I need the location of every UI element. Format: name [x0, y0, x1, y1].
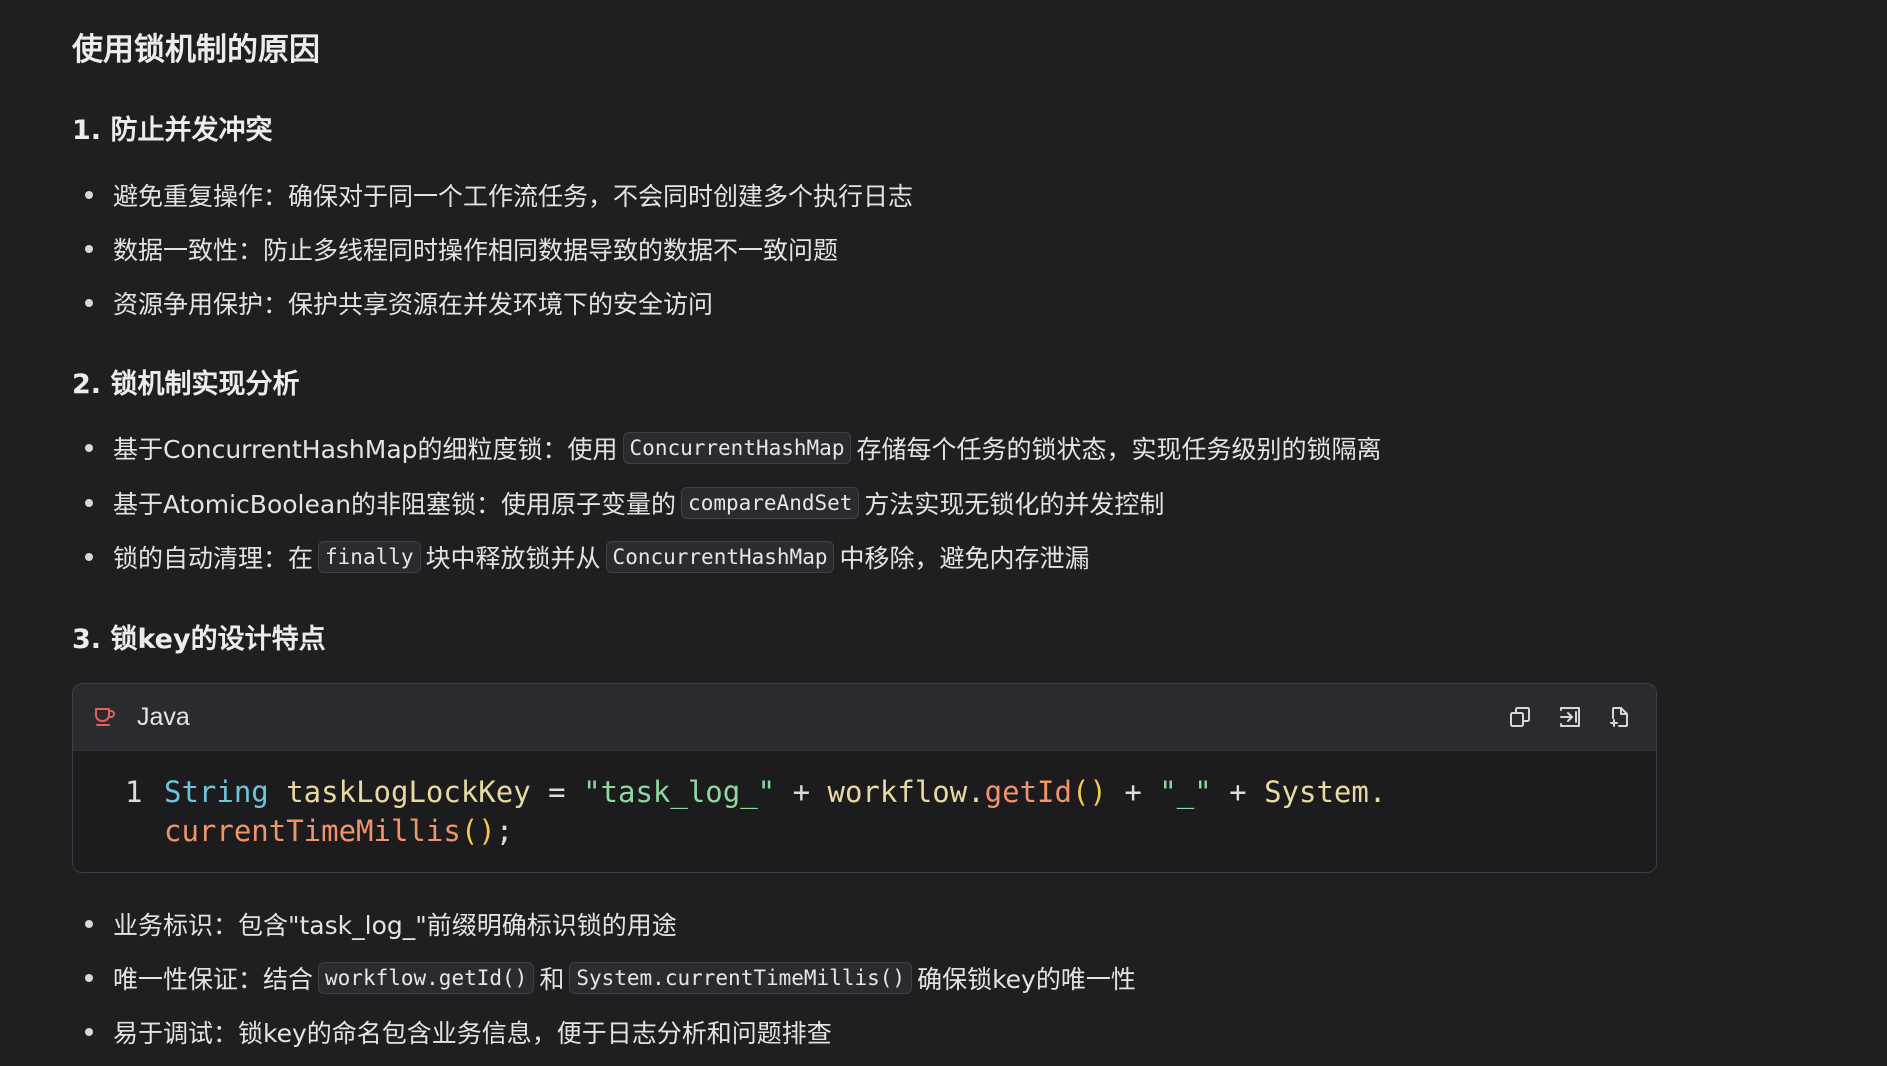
coffee-cup-icon: [93, 705, 117, 729]
section-heading-1: 1. 防止并发冲突: [72, 115, 273, 146]
list-item-text: 中移除，避免内存泄漏: [839, 544, 1090, 573]
code-token: getId: [984, 775, 1072, 809]
code-line: String taskLogLockKey = "task_log_" + wo…: [164, 773, 1656, 812]
code-block-actions: [1506, 684, 1634, 750]
copy-icon[interactable]: [1506, 703, 1534, 731]
bullet-dot: [85, 499, 93, 507]
insert-icon[interactable]: [1556, 703, 1584, 731]
list-item-text: 业务标识：包含"task_log_"前缀明确标识锁的用途: [113, 911, 677, 940]
bullet-dot: [85, 553, 93, 561]
section-heading-3: 3. 锁key的设计特点: [72, 624, 326, 655]
list-item: 业务标识：包含"task_log_"前缀明确标识锁的用途: [72, 904, 677, 944]
bullet-dot: [85, 920, 93, 928]
inline-code: compareAndSet: [681, 487, 860, 519]
code-token: (): [460, 814, 496, 848]
list-item-text: 数据一致性：防止多线程同时操作相同数据导致的数据不一致问题: [113, 236, 839, 265]
code-token: "task_log_": [583, 775, 776, 809]
inline-code: ConcurrentHashMap: [622, 432, 852, 464]
list-item: 基于ConcurrentHashMap的细粒度锁：使用 ConcurrentHa…: [72, 428, 1381, 468]
list-item: 资源争用保护：保护共享资源在并发环境下的安全访问: [72, 283, 713, 323]
code-block: Java 1 String taskLogLockKey = "task_log…: [72, 683, 1657, 873]
code-line-wrapped: currentTimeMillis();: [164, 812, 1656, 851]
code-token: "_": [1159, 775, 1212, 809]
bullet-dot: [85, 245, 93, 253]
list-item: 基于AtomicBoolean的非阻塞锁：使用原子变量的 compareAndS…: [72, 483, 1164, 523]
bullet-dot: [85, 299, 93, 307]
bullet-dot: [85, 1028, 93, 1036]
inline-code: finally: [318, 541, 421, 573]
code-token: currentTimeMillis: [164, 814, 461, 848]
list-item-text: 唯一性保证：结合: [113, 965, 314, 994]
bullet-dot: [85, 974, 93, 982]
code-token: System.: [1264, 775, 1387, 809]
list-item: 易于调试：锁key的命名包含业务信息，便于日志分析和问题排查: [72, 1012, 832, 1052]
list-item-text: 方法实现无锁化的并发控制: [864, 490, 1165, 519]
code-token: ;: [495, 814, 514, 848]
inline-code: System.currentTimeMillis(): [569, 962, 913, 994]
inline-code: ConcurrentHashMap: [605, 541, 835, 573]
inline-code: workflow.getId(): [318, 962, 535, 994]
code-token: (): [1071, 775, 1107, 809]
new-file-icon[interactable]: [1606, 703, 1634, 731]
code-token: workflow.: [827, 775, 985, 809]
list-item: 避免重复操作：确保对于同一个工作流任务，不会同时创建多个执行日志: [72, 175, 913, 215]
list-item-text: 易于调试：锁key的命名包含业务信息，便于日志分析和问题排查: [113, 1019, 832, 1048]
section-heading-2: 2. 锁机制实现分析: [72, 369, 300, 400]
list-item-text: 存储每个任务的锁状态，实现任务级别的锁隔离: [856, 435, 1382, 464]
list-item-text: 基于AtomicBoolean的非阻塞锁：使用原子变量的: [113, 490, 677, 519]
code-token: String: [164, 775, 269, 809]
line-number: 1: [125, 775, 143, 809]
bullet-dot: [85, 444, 93, 452]
list-item-text: 块中释放锁并从: [425, 544, 601, 573]
list-item: 锁的自动清理：在 finally 块中释放锁并从 ConcurrentHashM…: [72, 537, 1090, 577]
list-item: 唯一性保证：结合 workflow.getId() 和 System.curre…: [72, 958, 1136, 998]
code-token: taskLogLockKey: [268, 775, 531, 809]
bullet-dot: [85, 191, 93, 199]
list-item-text: 确保锁key的唯一性: [917, 965, 1136, 994]
code-token: +: [1106, 775, 1160, 809]
page-title: 使用锁机制的原因: [72, 32, 320, 68]
list-item-text: 锁的自动清理：在: [113, 544, 314, 573]
list-item: 数据一致性：防止多线程同时操作相同数据导致的数据不一致问题: [72, 229, 838, 269]
list-item-text: 避免重复操作：确保对于同一个工作流任务，不会同时创建多个执行日志: [113, 182, 914, 211]
code-token: +: [775, 775, 828, 809]
code-token: =: [530, 775, 584, 809]
list-item-text: 基于ConcurrentHashMap的细粒度锁：使用: [113, 435, 618, 464]
list-item-text: 资源争用保护：保护共享资源在并发环境下的安全访问: [113, 290, 714, 319]
code-token: +: [1211, 775, 1265, 809]
code-block-header: Java: [73, 684, 1656, 751]
code-block-body: 1 String taskLogLockKey = "task_log_" + …: [73, 751, 1656, 851]
list-item-text: 和: [539, 965, 565, 994]
code-language-label: Java: [137, 702, 190, 731]
